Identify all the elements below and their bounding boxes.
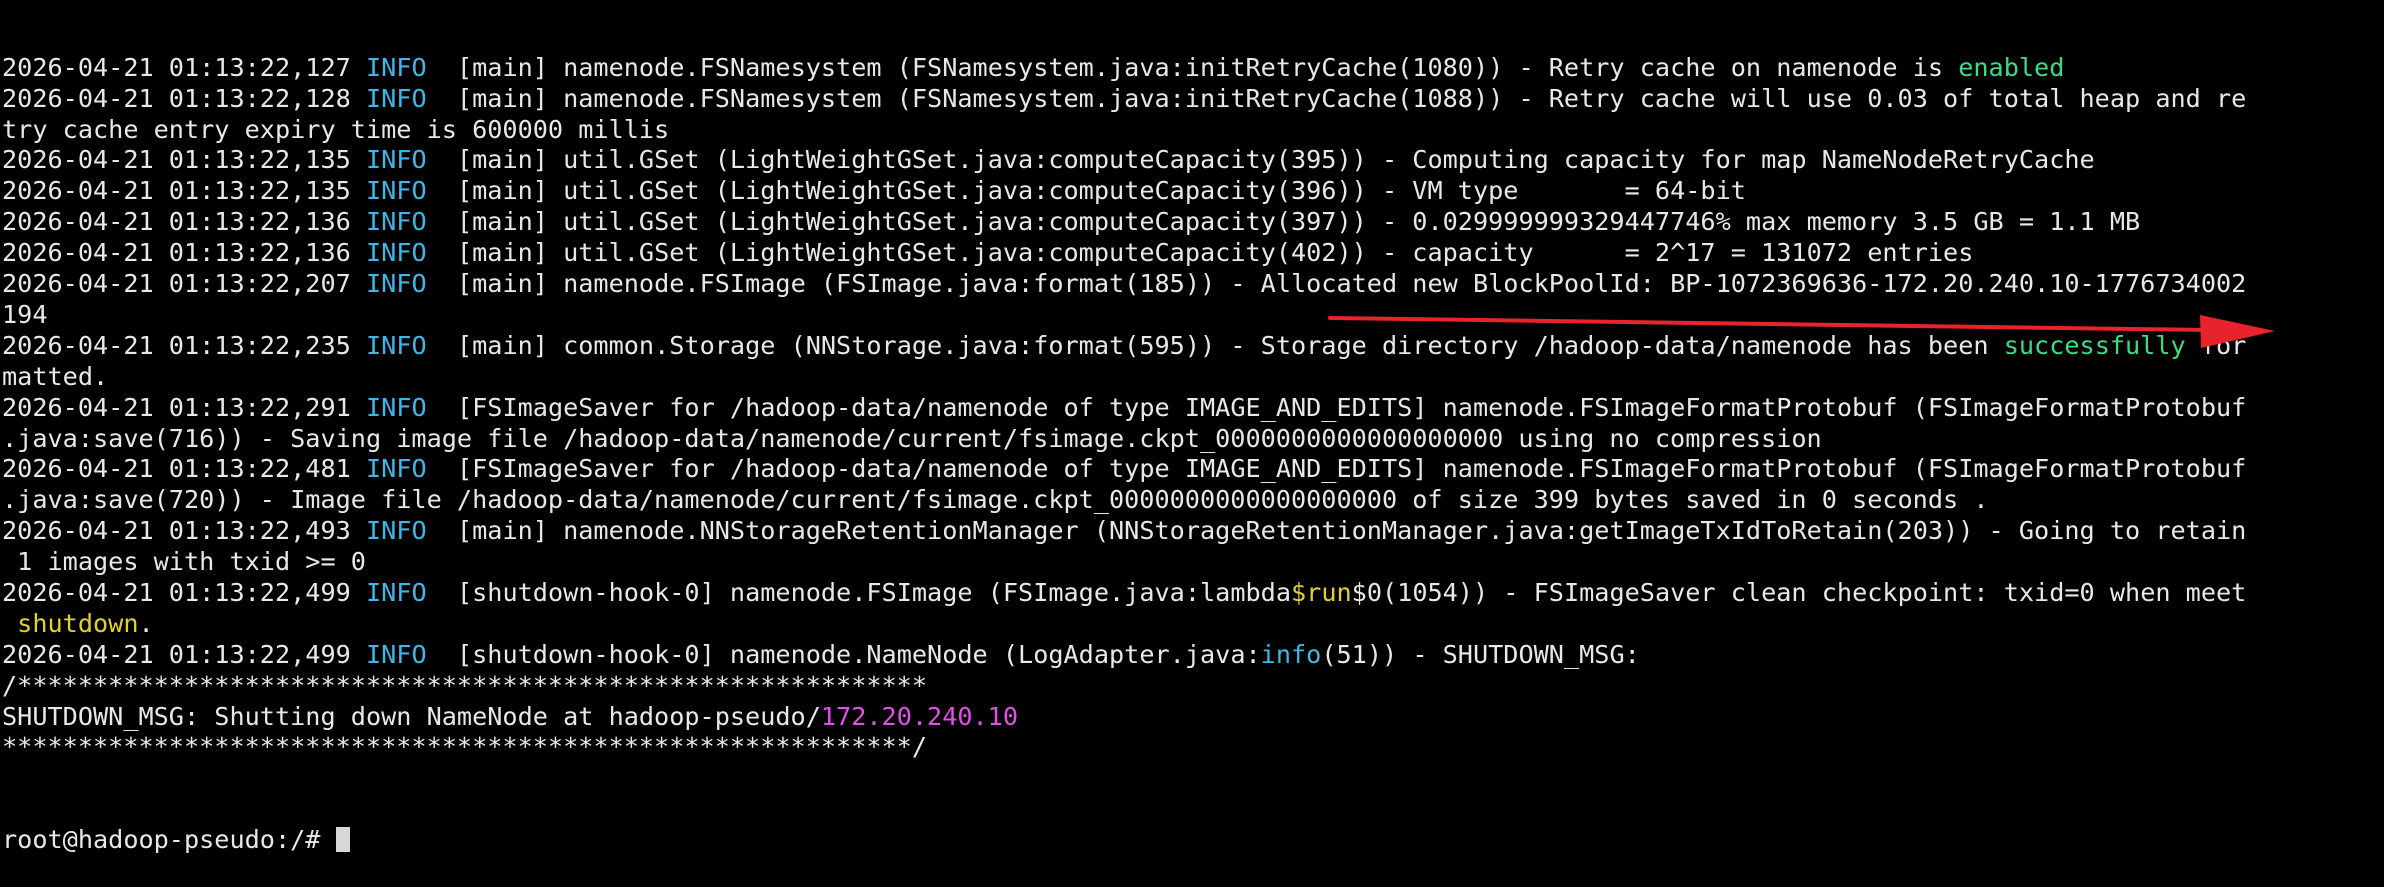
log-segment: INFO xyxy=(365,392,427,422)
log-segment: [FSImageSaver for /hadoop-data/namenode … xyxy=(426,392,2247,422)
log-line: 2026-04-21 01:13:22,499 INFO [shutdown-h… xyxy=(0,640,2384,671)
log-segment: [FSImageSaver for /hadoop-data/namenode … xyxy=(426,454,2247,484)
log-line: SHUTDOWN_MSG: Shutting down NameNode at … xyxy=(0,702,2384,733)
log-line: 2026-04-21 01:13:22,291 INFO [FSImageSav… xyxy=(0,393,2384,424)
log-segment: for xyxy=(2185,330,2247,360)
log-segment: info xyxy=(1260,639,1322,669)
log-segment: . xyxy=(138,608,154,638)
log-line: 1 images with txid >= 0 xyxy=(0,547,2384,578)
log-segment: [main] util.GSet (LightWeightGSet.java:c… xyxy=(426,145,2095,175)
log-segment: 2026-04-21 01:13:22,235 xyxy=(2,330,366,360)
log-line: 2026-04-21 01:13:22,136 INFO [main] util… xyxy=(0,207,2384,238)
log-line: 2026-04-21 01:13:22,207 INFO [main] name… xyxy=(0,269,2384,300)
log-segment: successfully xyxy=(2003,330,2186,360)
log-line: shutdown. xyxy=(0,609,2384,640)
shell-prompt: root@hadoop-pseudo:/# xyxy=(2,825,336,855)
log-segment: [main] util.GSet (LightWeightGSet.java:c… xyxy=(426,176,1746,206)
log-line: 2026-04-21 01:13:22,235 INFO [main] comm… xyxy=(0,331,2384,362)
log-segment: INFO xyxy=(365,454,427,484)
log-segment: 1 images with txid >= 0 xyxy=(2,547,366,577)
log-line: 2026-04-21 01:13:22,127 INFO [main] name… xyxy=(0,53,2384,84)
log-line: 2026-04-21 01:13:22,135 INFO [main] util… xyxy=(0,176,2384,207)
log-line: matted. xyxy=(0,362,2384,393)
log-segment: 2026-04-21 01:13:22,136 xyxy=(2,238,366,268)
log-line: 2026-04-21 01:13:22,493 INFO [main] name… xyxy=(0,516,2384,547)
log-segment: INFO xyxy=(365,176,427,206)
log-segment: 172.20.240.10 xyxy=(820,701,1019,731)
log-line: .java:save(716)) - Saving image file /ha… xyxy=(0,424,2384,455)
log-segment: [main] namenode.FSNamesystem (FSNamesyst… xyxy=(426,83,2247,113)
terminal-window[interactable]: 2026-04-21 01:13:22,127 INFO [main] name… xyxy=(0,0,2384,854)
log-segment: INFO xyxy=(365,577,427,607)
log-segment: [main] namenode.NNStorageRetentionManage… xyxy=(426,516,2247,546)
log-segment: $0(1054)) - FSImageSaver clean checkpoin… xyxy=(1351,577,2247,607)
log-segment: INFO xyxy=(365,145,427,175)
log-segment: INFO xyxy=(365,238,427,268)
log-segment: INFO xyxy=(365,83,427,113)
log-segment: enabled xyxy=(1958,52,2065,82)
log-line: /***************************************… xyxy=(0,671,2384,702)
log-segment: 194 xyxy=(2,299,48,329)
log-line: 194 xyxy=(0,300,2384,331)
log-segment: 2026-04-21 01:13:22,136 xyxy=(2,207,366,237)
log-segment: try cache entry expiry time is 600000 mi… xyxy=(2,114,670,144)
log-segment: 2026-04-21 01:13:22,135 xyxy=(2,176,366,206)
log-segment: .java:save(720)) - Image file /hadoop-da… xyxy=(2,485,1989,515)
text-cursor xyxy=(335,827,350,853)
log-segment: .java:save(716)) - Saving image file /ha… xyxy=(2,423,1822,453)
log-segment: 2026-04-21 01:13:22,128 xyxy=(2,83,366,113)
log-segment: [shutdown-hook-0] namenode.FSImage (FSIm… xyxy=(426,577,1291,607)
log-segment: [main] namenode.FSNamesystem (FSNamesyst… xyxy=(426,52,1959,82)
log-line: 2026-04-21 01:13:22,499 INFO [shutdown-h… xyxy=(0,578,2384,609)
log-segment: SHUTDOWN_MSG: Shutting down NameNode at … xyxy=(2,701,821,731)
log-segment: [main] util.GSet (LightWeightGSet.java:c… xyxy=(426,207,2141,237)
log-segment: INFO xyxy=(365,516,427,546)
log-segment: INFO xyxy=(365,330,427,360)
log-segment: [main] common.Storage (NNStorage.java:fo… xyxy=(426,330,2004,360)
log-line: try cache entry expiry time is 600000 mi… xyxy=(0,115,2384,146)
log-segment xyxy=(2,609,17,638)
log-segment: INFO xyxy=(365,639,427,669)
log-segment: 2026-04-21 01:13:22,135 xyxy=(2,145,366,175)
log-segment: /***************************************… xyxy=(2,670,928,700)
log-line: 2026-04-21 01:13:22,135 INFO [main] util… xyxy=(0,145,2384,176)
log-line: 2026-04-21 01:13:22,136 INFO [main] util… xyxy=(0,238,2384,269)
log-segment: 2026-04-21 01:13:22,499 xyxy=(2,639,366,669)
shell-prompt-line[interactable]: root@hadoop-pseudo:/# xyxy=(0,825,2384,856)
log-segment: ****************************************… xyxy=(2,732,928,762)
log-segment: INFO xyxy=(365,269,427,299)
log-segment: 2026-04-21 01:13:22,207 xyxy=(2,269,366,299)
log-line: 2026-04-21 01:13:22,481 INFO [FSImageSav… xyxy=(0,454,2384,485)
log-segment: [shutdown-hook-0] namenode.NameNode (Log… xyxy=(426,639,1261,669)
terminal-output: 2026-04-21 01:13:22,127 INFO [main] name… xyxy=(0,53,2384,763)
log-segment: 2026-04-21 01:13:22,499 xyxy=(2,577,366,607)
log-line: .java:save(720)) - Image file /hadoop-da… xyxy=(0,485,2384,516)
log-segment: 2026-04-21 01:13:22,291 xyxy=(2,392,366,422)
log-segment: 2026-04-21 01:13:22,493 xyxy=(2,516,366,546)
log-segment: INFO xyxy=(365,207,427,237)
log-segment: [main] namenode.FSImage (FSImage.java:fo… xyxy=(426,269,2247,299)
log-line: ****************************************… xyxy=(0,732,2384,763)
log-segment: INFO xyxy=(365,52,427,82)
log-segment: shutdown xyxy=(17,608,139,638)
log-segment: (51)) - SHUTDOWN_MSG: xyxy=(1321,639,1640,669)
log-segment: $run xyxy=(1290,577,1352,607)
log-line: 2026-04-21 01:13:22,128 INFO [main] name… xyxy=(0,84,2384,115)
log-segment: 2026-04-21 01:13:22,481 xyxy=(2,454,366,484)
log-segment: matted. xyxy=(2,361,109,391)
log-segment: [main] util.GSet (LightWeightGSet.java:c… xyxy=(426,238,1974,268)
log-segment: 2026-04-21 01:13:22,127 xyxy=(2,52,366,82)
